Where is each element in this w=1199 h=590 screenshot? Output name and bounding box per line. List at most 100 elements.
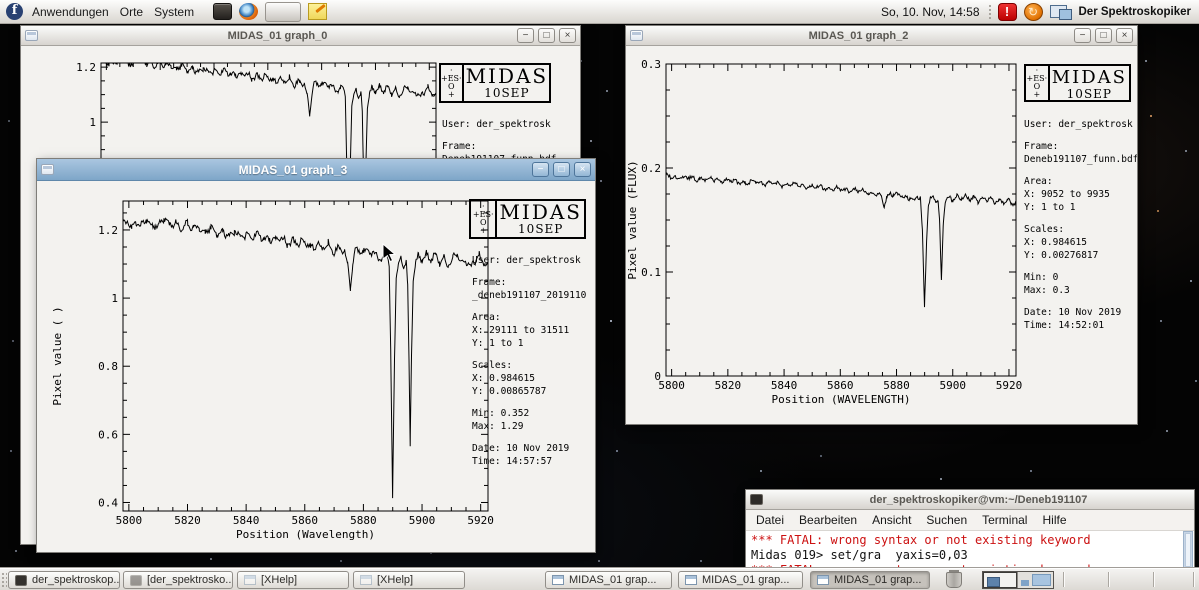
taskbar-button[interactable]: MIDAS_01 grap... — [545, 571, 672, 589]
svg-text:5880: 5880 — [883, 379, 910, 392]
task-window-icon — [360, 575, 372, 585]
graph2-body: 580058205840586058805900592000.10.20.3Po… — [626, 46, 1137, 424]
svg-text:Position (Wavelength): Position (Wavelength) — [236, 528, 375, 541]
task-window-icon — [817, 575, 829, 585]
panel-menus: AnwendungenOrteSystem — [32, 2, 205, 22]
terminal-menu-item[interactable]: Terminal — [982, 513, 1027, 527]
panel-grip[interactable] — [988, 4, 992, 20]
task-label: MIDAS_01 grap... — [702, 574, 789, 586]
svg-text:0.2: 0.2 — [641, 162, 661, 175]
svg-text:1.2: 1.2 — [76, 61, 96, 74]
terminal-line: *** FATAL: wrong syntax or not existing … — [751, 533, 1189, 548]
svg-text:5820: 5820 — [174, 514, 201, 527]
midas-logo: ·+ES·O+ MIDAS 10SEP — [469, 199, 586, 239]
launcher-icon[interactable] — [213, 3, 232, 20]
scrollbar-thumb[interactable] — [1185, 533, 1191, 567]
svg-text:0: 0 — [654, 370, 661, 383]
svg-text:1: 1 — [89, 116, 96, 129]
panel-clock[interactable]: So, 10. Nov, 14:58 — [881, 5, 980, 19]
close-button[interactable]: × — [1116, 28, 1133, 43]
terminal-line: Midas 019> set/gra yaxis=0,03 — [751, 548, 1189, 563]
maximize-button[interactable]: □ — [553, 162, 570, 177]
eso-icon: ·+ES·O+ — [471, 201, 497, 237]
svg-text:1: 1 — [111, 292, 118, 305]
maximize-button[interactable]: □ — [1095, 28, 1112, 43]
midas-name: MIDAS — [466, 66, 549, 87]
taskbar-separator — [1193, 572, 1194, 587]
midas-name: MIDAS — [1052, 67, 1127, 88]
svg-text:0.6: 0.6 — [98, 428, 118, 441]
taskbar-button[interactable]: [XHelp] — [237, 571, 349, 589]
minimize-button[interactable]: − — [532, 162, 549, 177]
taskbar-separator — [1063, 572, 1064, 587]
workspace-2[interactable] — [1018, 572, 1053, 588]
svg-text:5900: 5900 — [939, 379, 966, 392]
svg-text:Pixel value (FLUX): Pixel value (FLUX) — [626, 160, 639, 279]
svg-text:5820: 5820 — [715, 379, 742, 392]
workspace-1[interactable] — [983, 572, 1018, 588]
maximize-button[interactable]: □ — [538, 28, 555, 43]
graph2-title: MIDAS_01 graph_2 — [647, 30, 1070, 42]
launcher-icon[interactable] — [308, 3, 327, 20]
eso-icon: ·+ES·O+ — [441, 65, 464, 101]
taskbar-button[interactable]: [XHelp] — [353, 571, 465, 589]
fedora-menu-icon[interactable]: f — [6, 3, 23, 20]
task-window-icon — [15, 575, 27, 586]
terminal-icon — [750, 494, 763, 505]
launcher-icon[interactable] — [239, 3, 258, 20]
status-icon[interactable] — [1050, 3, 1072, 21]
terminal-titlebar[interactable]: der_spektroskopiker@vm:~/Deneb191107 — [746, 490, 1194, 510]
taskbar-button[interactable]: der_spektroskop... — [8, 571, 120, 589]
close-button[interactable]: × — [559, 28, 576, 43]
window-icon — [41, 164, 54, 175]
window-graph2[interactable]: MIDAS_01 graph_2 − □ × 58005820584058605… — [625, 25, 1138, 425]
terminal-menu-item[interactable]: Ansicht — [872, 513, 911, 527]
svg-text:1.2: 1.2 — [98, 224, 118, 237]
minimize-button[interactable]: − — [1074, 28, 1091, 43]
panel-menu-item[interactable]: Orte — [120, 2, 154, 22]
workspace-switcher[interactable] — [982, 571, 1054, 589]
midas-release: 10SEP — [499, 223, 582, 236]
graph0-title: MIDAS_01 graph_0 — [42, 30, 513, 42]
close-button[interactable]: × — [574, 162, 591, 177]
taskbar-separator — [1108, 572, 1109, 587]
terminal-menu-item[interactable]: Bearbeiten — [799, 513, 857, 527]
taskbar-button[interactable]: MIDAS_01 grap... — [810, 571, 930, 589]
panel-menu-item[interactable]: Anwendungen — [32, 2, 120, 22]
graph2-titlebar[interactable]: MIDAS_01 graph_2 − □ × — [626, 26, 1137, 46]
minimize-button[interactable]: − — [517, 28, 534, 43]
svg-text:5840: 5840 — [771, 379, 798, 392]
terminal-title: der_spektroskopiker@vm:~/Deneb191107 — [767, 494, 1190, 506]
svg-text:5860: 5860 — [292, 514, 319, 527]
terminal-menu-item[interactable]: Datei — [756, 513, 784, 527]
svg-text:5800: 5800 — [658, 379, 685, 392]
taskbar-button[interactable]: MIDAS_01 grap... — [678, 571, 803, 589]
trash-icon[interactable] — [946, 572, 962, 588]
status-icon[interactable] — [1024, 3, 1043, 21]
task-window-icon — [130, 575, 142, 586]
window-icon — [25, 30, 38, 41]
svg-text:0.1: 0.1 — [641, 266, 661, 279]
svg-text:0.4: 0.4 — [98, 496, 118, 509]
window-graph3[interactable]: MIDAS_01 graph_3 − □ × 58005820584058605… — [36, 158, 596, 553]
launcher-icon[interactable] — [265, 2, 301, 22]
status-icon[interactable] — [998, 3, 1017, 21]
task-label: [der_spektrosko... — [147, 574, 233, 586]
panel-username: Der Spektroskopiker — [1079, 6, 1192, 18]
terminal-menu-item[interactable]: Hilfe — [1042, 513, 1066, 527]
task-label: [XHelp] — [377, 574, 413, 586]
midas-name: MIDAS — [499, 202, 582, 223]
graph3-titlebar[interactable]: MIDAS_01 graph_3 − □ × — [37, 159, 595, 181]
task-label: MIDAS_01 grap... — [569, 574, 656, 586]
svg-text:5920: 5920 — [996, 379, 1023, 392]
midas-release: 10SEP — [1052, 88, 1127, 101]
panel-menu-item[interactable]: System — [154, 2, 205, 22]
taskbar-separator — [1153, 572, 1154, 587]
terminal-menu-item[interactable]: Suchen — [926, 513, 967, 527]
svg-text:5800: 5800 — [116, 514, 143, 527]
panel-launchers — [213, 2, 334, 22]
graph0-titlebar[interactable]: MIDAS_01 graph_0 − □ × — [21, 26, 580, 46]
graph3-info: User: der_spektroskFrame:_deneb191107_20… — [472, 254, 594, 544]
taskbar-button[interactable]: [der_spektrosko... — [123, 571, 233, 589]
task-label: der_spektroskop... — [32, 574, 120, 586]
